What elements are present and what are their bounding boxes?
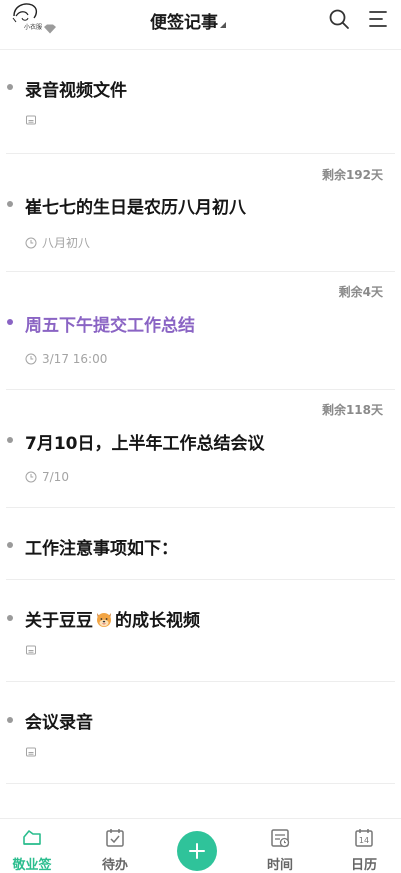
bottom-tabbar: 敬业签 待办 时间 14 日历 [0,819,401,873]
tab-notes[interactable]: 敬业签 [2,819,62,873]
search-icon [329,9,349,29]
calendar-day: 14 [359,836,369,845]
category-selector[interactable]: 便签记事 [150,8,226,33]
list-item[interactable]: 剩余4天 周五下午提交工作总结 3/17 16:00 [0,272,401,390]
attachment-icon [26,645,36,655]
note-meta [25,746,37,758]
note-title: 7月10日，上半年工作总结会议 [25,434,265,454]
bullet-dot [7,84,13,90]
reminder-date: 八月初八 [42,236,91,250]
add-icon-stem [195,843,199,859]
dog-face-emoji-icon [97,613,111,627]
note-title: 周五下午提交工作总结 [25,316,195,336]
tab-label: 时间 [266,858,293,873]
note-title: 会议录音 [25,713,93,733]
clock-icon [25,471,37,483]
clock-icon [25,237,37,248]
menu-button[interactable] [368,9,388,29]
bullet-dot [7,437,13,443]
note-meta [25,644,37,656]
list-item[interactable]: 剩余118天 7月10日，上半年工作总结会议 7/10 [0,390,401,508]
note-title: 录音视频文件 [25,81,127,101]
note-title-part: 关于豆豆 [25,611,93,631]
tab-label: 敬业签 [12,858,52,873]
bullet-dot [7,615,13,621]
remaining-days: 剩余118天 [321,403,383,417]
search-button[interactable] [328,8,350,30]
notes-list: 录音视频文件 剩余192天 崔七七的生日是农历八月初八 八月初八 剩余4天 周五… [0,50,401,784]
note-meta: 八月初八 [25,234,90,251]
tab-label: 待办 [101,858,128,873]
list-item[interactable]: 剩余192天 崔七七的生日是农历八月初八 八月初八 [0,154,401,272]
tab-todo[interactable]: 待办 [85,819,145,873]
bullet-dot [7,542,13,548]
avatar[interactable]: 小衣服 [10,0,56,36]
timeline-icon [271,829,290,848]
page-title: 便签记事 [150,12,218,33]
remaining-days: 剩余192天 [321,168,383,182]
list-item[interactable]: 工作注意事项如下： [0,508,401,580]
vip-diamond-icon [44,24,56,34]
top-header: 小衣服 便签记事 [0,0,401,46]
tab-calendar[interactable]: 14 日历 [334,819,394,873]
note-meta: 3/17 16:00 [25,352,107,366]
list-item[interactable]: 关于豆豆 的成长视频 [0,580,401,682]
reminder-date: 7/10 [42,470,69,484]
note-title: 关于豆豆 的成长视频 [25,606,200,631]
note-meta [25,114,37,126]
note-title-part: 的成长视频 [115,611,200,631]
note-title: 工作注意事项如下： [25,539,178,559]
attachment-icon [26,115,36,125]
remaining-days: 剩余4天 [338,285,383,299]
bullet-dot [7,319,13,325]
clock-icon [25,353,37,365]
notes-icon [23,830,41,845]
dropdown-caret-icon [220,22,226,28]
row-divider [6,783,395,784]
tab-label: 日历 [350,858,377,873]
list-item[interactable]: 会议录音 [0,682,401,784]
menu-lines-icon [369,11,387,27]
avatar-label: 小衣服 [24,24,43,31]
todo-icon [106,829,124,847]
reminder-date: 3/17 16:00 [42,352,108,366]
bullet-dot [7,201,13,207]
note-meta: 7/10 [25,470,69,484]
note-title: 崔七七的生日是农历八月初八 [25,198,246,218]
calendar-icon: 14 [355,829,373,847]
list-item[interactable]: 录音视频文件 [0,50,401,154]
add-note-button[interactable] [177,831,217,871]
bullet-dot [7,717,13,723]
attachment-icon [26,747,36,757]
tab-time[interactable]: 时间 [250,819,310,873]
